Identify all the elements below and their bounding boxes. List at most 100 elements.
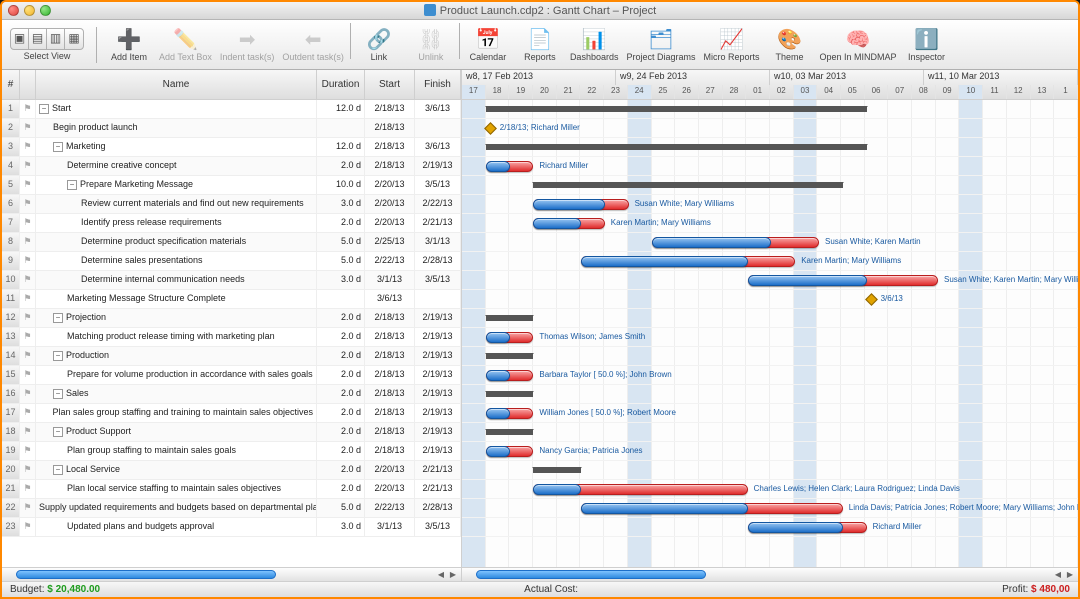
task-bar[interactable] [581, 256, 748, 267]
view-option-icon[interactable]: ▤ [29, 29, 47, 49]
table-row[interactable]: 22⚑Supply updated requirements and budge… [2, 499, 461, 518]
col-finish[interactable]: Finish [415, 70, 461, 99]
task-bar[interactable] [486, 332, 510, 343]
task-bar[interactable] [748, 275, 867, 286]
row-duration[interactable]: 3.0 d [317, 195, 365, 213]
table-hscroll[interactable]: ◀▶ [2, 567, 461, 581]
micro-reports-button[interactable]: 📈Micro Reports [700, 23, 764, 67]
summary-bar[interactable] [486, 315, 534, 321]
row-name[interactable]: −Production [36, 347, 317, 365]
row-finish[interactable]: 2/19/13 [415, 385, 461, 403]
row-name[interactable]: Determine internal communication needs [36, 271, 317, 289]
task-bar[interactable] [486, 446, 510, 457]
dashboards-button[interactable]: 📊Dashboards [566, 23, 623, 67]
table-row[interactable]: 9⚑Determine sales presentations5.0 d2/22… [2, 252, 461, 271]
task-bar[interactable] [486, 408, 510, 419]
row-start[interactable]: 2/18/13 [365, 328, 415, 346]
row-finish[interactable]: 2/21/13 [415, 480, 461, 498]
row-finish[interactable]: 3/6/13 [415, 100, 461, 118]
task-bar[interactable] [652, 237, 771, 248]
gantt-hscroll[interactable]: ◀▶ [462, 567, 1078, 581]
table-row[interactable]: 13⚑Matching product release timing with … [2, 328, 461, 347]
row-name[interactable]: −Local Service [36, 461, 317, 479]
table-row[interactable]: 10⚑Determine internal communication need… [2, 271, 461, 290]
row-name[interactable]: Marketing Message Structure Complete [36, 290, 317, 308]
row-finish[interactable]: 2/19/13 [415, 366, 461, 384]
row-name[interactable]: −Start [36, 100, 317, 118]
summary-bar[interactable] [533, 467, 581, 473]
row-duration[interactable]: 2.0 d [317, 309, 365, 327]
row-finish[interactable]: 2/28/13 [415, 499, 461, 517]
col-duration[interactable]: Duration [317, 70, 365, 99]
row-name[interactable]: Begin product launch [36, 119, 317, 137]
inspector-button[interactable]: ℹ️Inspector [901, 23, 953, 67]
row-finish[interactable]: 3/1/13 [415, 233, 461, 251]
open-mindmap-button[interactable]: 🧠Open In MINDMAP [816, 23, 901, 67]
row-finish[interactable]: 2/19/13 [415, 328, 461, 346]
table-row[interactable]: 3⚑−Marketing12.0 d2/18/133/6/13 [2, 138, 461, 157]
disclosure-toggle[interactable]: − [53, 313, 63, 323]
project-diagrams-button[interactable]: 🗂Project Diagrams [622, 23, 699, 67]
table-row[interactable]: 15⚑Prepare for volume production in acco… [2, 366, 461, 385]
row-finish[interactable]: 2/19/13 [415, 404, 461, 422]
table-row[interactable]: 5⚑−Prepare Marketing Message10.0 d2/20/1… [2, 176, 461, 195]
row-start[interactable]: 2/20/13 [365, 461, 415, 479]
table-row[interactable]: 1⚑−Start12.0 d2/18/133/6/13 [2, 100, 461, 119]
gantt-chart[interactable]: 2/18/13; Richard MillerRichard MillerSus… [462, 100, 1078, 567]
row-duration[interactable]: 3.0 d [317, 271, 365, 289]
link-button[interactable]: 🔗Link [353, 23, 405, 67]
row-name[interactable]: Supply updated requirements and budgets … [36, 499, 317, 517]
reports-button[interactable]: 📄Reports [514, 23, 566, 67]
row-start[interactable]: 2/18/13 [365, 385, 415, 403]
row-name[interactable]: Plan sales group staffing and training t… [36, 404, 317, 422]
disclosure-toggle[interactable]: − [53, 427, 63, 437]
table-row[interactable]: 18⚑−Product Support2.0 d2/18/132/19/13 [2, 423, 461, 442]
row-finish[interactable]: 2/21/13 [415, 461, 461, 479]
row-name[interactable]: Identify press release requirements [36, 214, 317, 232]
table-row[interactable]: 11⚑Marketing Message Structure Complete3… [2, 290, 461, 309]
row-start[interactable]: 2/20/13 [365, 480, 415, 498]
row-duration[interactable]: 2.0 d [317, 423, 365, 441]
view-option-icon[interactable]: ▣ [11, 29, 29, 49]
summary-bar[interactable] [486, 144, 867, 150]
disclosure-toggle[interactable]: − [53, 142, 63, 152]
task-bar[interactable] [486, 370, 510, 381]
row-name[interactable]: Updated plans and budgets approval [36, 518, 317, 536]
row-duration[interactable] [317, 290, 365, 308]
task-bar[interactable] [748, 522, 843, 533]
row-name[interactable]: Determine creative concept [36, 157, 317, 175]
task-bar[interactable] [533, 218, 581, 229]
row-finish[interactable]: 2/19/13 [415, 423, 461, 441]
row-start[interactable]: 2/18/13 [365, 423, 415, 441]
row-name[interactable]: Prepare for volume production in accorda… [36, 366, 317, 384]
row-duration[interactable]: 5.0 d [317, 252, 365, 270]
row-finish[interactable]: 2/19/13 [415, 442, 461, 460]
row-name[interactable]: Review current materials and find out ne… [36, 195, 317, 213]
row-start[interactable]: 2/18/13 [365, 157, 415, 175]
row-name[interactable]: −Prepare Marketing Message [36, 176, 317, 194]
disclosure-toggle[interactable]: − [53, 389, 63, 399]
row-duration[interactable]: 10.0 d [317, 176, 365, 194]
table-row[interactable]: 6⚑Review current materials and find out … [2, 195, 461, 214]
select-view-segmented[interactable]: ▣ ▤ ▥ ▦ [10, 28, 84, 50]
col-start[interactable]: Start [365, 70, 415, 99]
col-flag[interactable] [20, 70, 36, 99]
disclosure-toggle[interactable]: − [39, 104, 49, 114]
task-bar[interactable] [533, 484, 581, 495]
row-duration[interactable]: 5.0 d [317, 499, 365, 517]
row-name[interactable]: −Sales [36, 385, 317, 403]
row-finish[interactable]: 3/5/13 [415, 176, 461, 194]
zoom-window-button[interactable] [40, 5, 51, 16]
row-finish[interactable]: 2/21/13 [415, 214, 461, 232]
table-row[interactable]: 16⚑−Sales2.0 d2/18/132/19/13 [2, 385, 461, 404]
row-duration[interactable]: 3.0 d [317, 518, 365, 536]
row-name[interactable]: −Product Support [36, 423, 317, 441]
row-start[interactable]: 2/18/13 [365, 366, 415, 384]
row-duration[interactable] [317, 119, 365, 137]
task-bar[interactable] [486, 161, 510, 172]
table-row[interactable]: 8⚑Determine product specification materi… [2, 233, 461, 252]
row-duration[interactable]: 2.0 d [317, 385, 365, 403]
row-finish[interactable]: 3/5/13 [415, 518, 461, 536]
row-name[interactable]: Plan group staffing to maintain sales go… [36, 442, 317, 460]
row-start[interactable]: 3/1/13 [365, 518, 415, 536]
